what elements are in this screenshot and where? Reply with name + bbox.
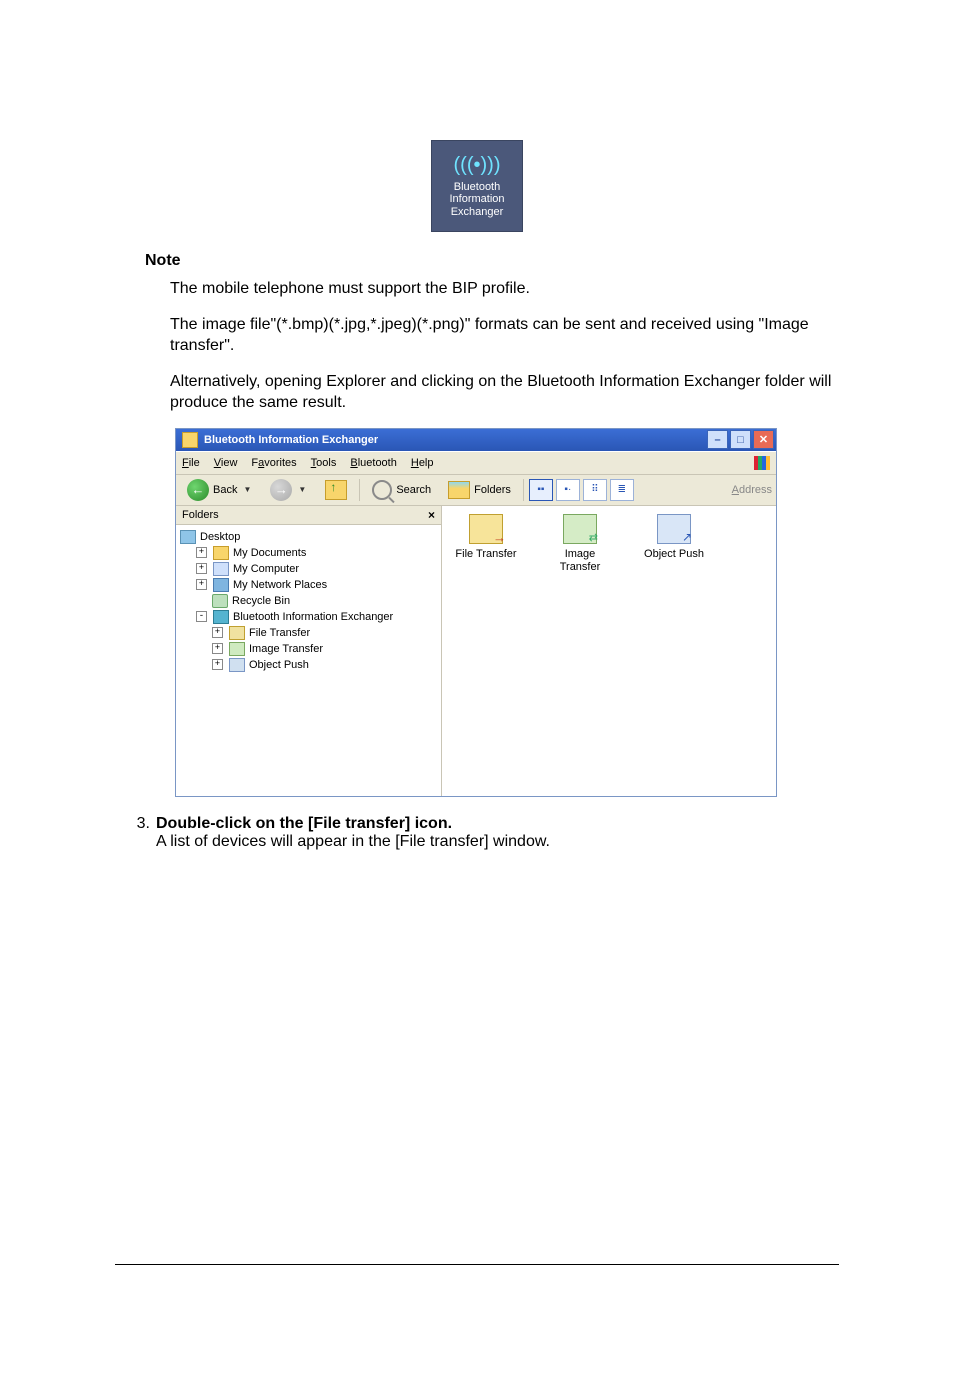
back-button[interactable]: ← Back ▼ — [180, 476, 260, 504]
window-icon — [182, 432, 198, 448]
tree-my-documents[interactable]: +My Documents — [180, 545, 437, 561]
expand-icon[interactable]: + — [196, 563, 207, 574]
expand-icon[interactable]: + — [196, 579, 207, 590]
icon-text-line1: Bluetooth — [454, 181, 500, 194]
toolbar-separator — [523, 479, 524, 501]
folder-open-icon — [448, 481, 470, 499]
image-transfer-icon — [563, 514, 597, 544]
up-folder-icon — [325, 480, 347, 500]
expand-icon[interactable]: + — [212, 627, 223, 638]
tree-bluetooth-exchanger[interactable]: -Bluetooth Information Exchanger — [180, 609, 437, 625]
item-object-push[interactable]: Object Push — [638, 514, 710, 561]
tree-desktop[interactable]: Desktop — [180, 529, 437, 545]
icon-text-line2: Information — [449, 193, 504, 206]
address-label[interactable]: Address — [732, 484, 772, 496]
item-image-transfer[interactable]: Image Transfer — [544, 514, 616, 573]
folders-label: Folders — [474, 484, 511, 496]
up-button[interactable] — [318, 477, 354, 503]
tree-my-computer[interactable]: +My Computer — [180, 561, 437, 577]
footer-divider — [115, 1264, 839, 1265]
expand-icon[interactable]: + — [196, 547, 207, 558]
file-transfer-icon — [229, 626, 245, 640]
forward-arrow-icon: → — [270, 479, 292, 501]
window-title: Bluetooth Information Exchanger — [204, 434, 705, 446]
note-heading: Note — [145, 252, 839, 270]
recycle-bin-icon — [212, 594, 228, 608]
expand-icon[interactable]: + — [212, 643, 223, 654]
step-number: 3. — [115, 815, 156, 851]
explorer-window: Bluetooth Information Exchanger – □ ✕ Fi… — [175, 428, 777, 797]
object-push-icon — [229, 658, 245, 672]
folders-pane-close-icon[interactable]: × — [428, 508, 435, 522]
back-arrow-icon: ← — [187, 479, 209, 501]
file-transfer-icon — [469, 514, 503, 544]
item-file-transfer[interactable]: File Transfer — [450, 514, 522, 561]
menu-bluetooth[interactable]: Bluetooth — [350, 457, 397, 469]
menu-file[interactable]: File — [182, 457, 200, 469]
item-label: File Transfer — [450, 548, 522, 561]
chevron-down-icon[interactable]: ▼ — [298, 485, 306, 494]
tree-object-push[interactable]: +Object Push — [180, 657, 437, 673]
collapse-icon[interactable]: - — [196, 611, 207, 622]
desktop-icon — [180, 530, 196, 544]
item-label: Object Push — [638, 548, 710, 561]
step-heading: Double-click on the [File transfer] icon… — [156, 815, 452, 832]
forward-button[interactable]: → ▼ — [263, 476, 315, 504]
folders-pane-header: Folders × — [176, 506, 441, 525]
minimize-button[interactable]: – — [707, 430, 728, 449]
tree-recycle-bin[interactable]: Recycle Bin — [180, 593, 437, 609]
toolbar: ← Back ▼ → ▼ Search Folders ▪▪ ▪· ⠿ ≣ Ad… — [176, 475, 776, 506]
menubar: File View Favorites Tools Bluetooth Help… — [176, 451, 776, 475]
view-list-button[interactable]: ▪· — [556, 479, 580, 501]
note-paragraph-2: The image file"(*.bmp)(*.jpg,*.jpeg)(*.p… — [170, 314, 839, 357]
menu-tools[interactable]: Tools — [311, 457, 337, 469]
tree-file-transfer[interactable]: +File Transfer — [180, 625, 437, 641]
menu-view[interactable]: View — [214, 457, 238, 469]
computer-icon — [213, 562, 229, 576]
bluetooth-signal-icon: (((•))) — [454, 154, 501, 177]
view-icons-button[interactable]: ▪▪ — [529, 479, 553, 501]
toolbar-separator — [359, 479, 360, 501]
folders-pane: Folders × Desktop +My Documents +My Comp… — [176, 506, 442, 796]
icon-text-line3: Exchanger — [451, 206, 504, 219]
bluetooth-icon — [213, 610, 229, 624]
folder-icon — [213, 546, 229, 560]
menu-favorites[interactable]: Favorites — [251, 457, 296, 469]
close-button[interactable]: ✕ — [753, 430, 774, 449]
windows-flag-icon — [754, 456, 770, 470]
back-label: Back — [213, 484, 237, 496]
item-label: Image Transfer — [544, 548, 616, 573]
expand-icon[interactable]: + — [212, 659, 223, 670]
bluetooth-exchanger-desktop-icon[interactable]: (((•))) Bluetooth Information Exchanger — [431, 140, 523, 232]
folders-button[interactable]: Folders — [441, 478, 518, 502]
search-button[interactable]: Search — [365, 477, 438, 503]
chevron-down-icon[interactable]: ▼ — [243, 485, 251, 494]
maximize-button[interactable]: □ — [730, 430, 751, 449]
folder-tree: Desktop +My Documents +My Computer +My N… — [176, 525, 441, 796]
window-titlebar[interactable]: Bluetooth Information Exchanger – □ ✕ — [176, 429, 776, 451]
tree-network-places[interactable]: +My Network Places — [180, 577, 437, 593]
note-paragraph-1: The mobile telephone must support the BI… — [170, 278, 839, 300]
image-transfer-icon — [229, 642, 245, 656]
search-icon — [372, 480, 392, 500]
view-tiles-button[interactable]: ⠿ — [583, 479, 607, 501]
object-push-icon — [657, 514, 691, 544]
search-label: Search — [396, 484, 431, 496]
network-icon — [213, 578, 229, 592]
note-paragraph-3: Alternatively, opening Explorer and clic… — [170, 371, 839, 414]
tree-image-transfer[interactable]: +Image Transfer — [180, 641, 437, 657]
menu-help[interactable]: Help — [411, 457, 434, 469]
step-body-text: A list of devices will appear in the [Fi… — [156, 833, 550, 850]
view-details-button[interactable]: ≣ — [610, 479, 634, 501]
folders-pane-title: Folders — [182, 509, 219, 521]
content-pane[interactable]: File Transfer Image Transfer Object Push — [442, 506, 776, 796]
